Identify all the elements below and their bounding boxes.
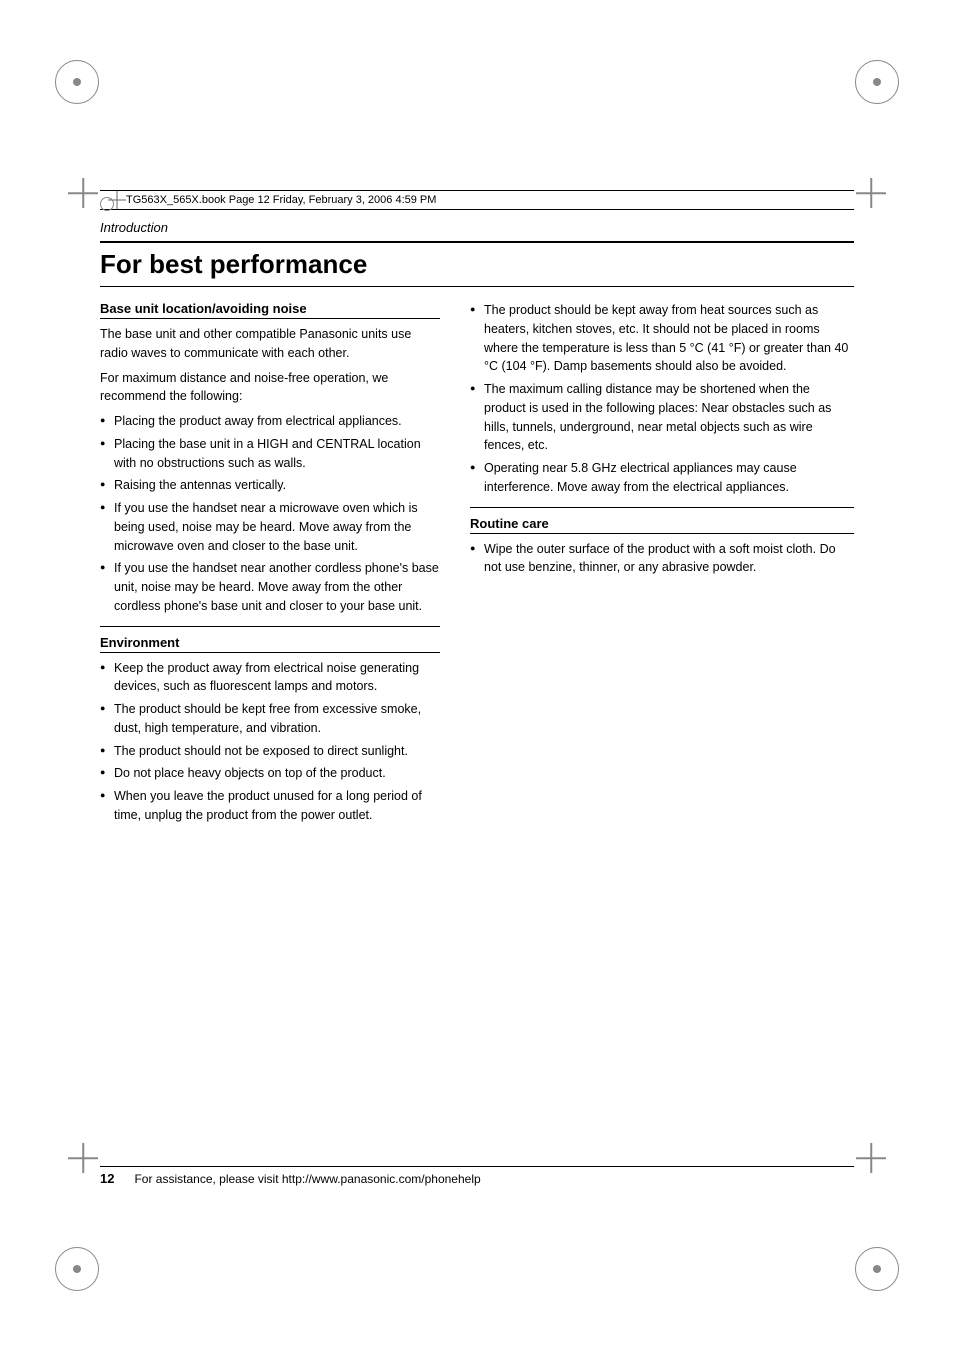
right-column: The product should be kept away from hea… (470, 301, 854, 833)
list-item: Raising the antennas vertically. (100, 476, 440, 495)
corner-mark-br (855, 1247, 899, 1291)
crosshair-bl (68, 1143, 98, 1173)
crosshair-tl (68, 178, 98, 208)
page-footer: 12 For assistance, please visit http://w… (100, 1166, 854, 1186)
two-column-layout: Base unit location/avoiding noise The ba… (100, 301, 854, 833)
crosshair-tr (856, 178, 886, 208)
base-unit-intro1: The base unit and other compatible Panas… (100, 325, 440, 363)
page: TG563X_565X.book Page 12 Friday, Februar… (0, 0, 954, 1351)
left-column: Base unit location/avoiding noise The ba… (100, 301, 440, 833)
list-item: Operating near 5.8 GHz electrical applia… (470, 459, 854, 497)
list-item: Placing the base unit in a HIGH and CENT… (100, 435, 440, 473)
list-item: The maximum calling distance may be shor… (470, 380, 854, 455)
corner-mark-tr (855, 60, 899, 104)
right-col-bullets1: The product should be kept away from hea… (470, 301, 854, 497)
list-item: The product should be kept away from hea… (470, 301, 854, 376)
environment-bullets: Keep the product away from electrical no… (100, 659, 440, 825)
subsection-environment-title: Environment (100, 635, 440, 653)
crosshair-br (856, 1143, 886, 1173)
file-info-bar: TG563X_565X.book Page 12 Friday, Februar… (100, 190, 854, 210)
corner-mark-tl (55, 60, 99, 104)
base-unit-bullets: Placing the product away from electrical… (100, 412, 440, 616)
list-item: Keep the product away from electrical no… (100, 659, 440, 697)
list-item: If you use the handset near another cord… (100, 559, 440, 615)
file-info-crosshair (108, 191, 126, 209)
base-unit-intro2: For maximum distance and noise-free oper… (100, 369, 440, 407)
page-title: For best performance (100, 241, 854, 287)
list-item: Wipe the outer surface of the product wi… (470, 540, 854, 578)
section-intro-label: Introduction (100, 220, 854, 235)
list-item: When you leave the product unused for a … (100, 787, 440, 825)
subsection-routine-care-title: Routine care (470, 516, 854, 534)
list-item: The product should not be exposed to dir… (100, 742, 440, 761)
footer-assistance-text: For assistance, please visit http://www.… (134, 1172, 480, 1186)
list-item: If you use the handset near a microwave … (100, 499, 440, 555)
section-divider-env (100, 626, 440, 627)
list-item: Do not place heavy objects on top of the… (100, 764, 440, 783)
corner-mark-bl (55, 1247, 99, 1291)
section-divider-routine (470, 507, 854, 508)
file-info-text: TG563X_565X.book Page 12 Friday, Februar… (126, 194, 436, 206)
subsection-base-unit-title: Base unit location/avoiding noise (100, 301, 440, 319)
footer-page-number: 12 (100, 1171, 114, 1186)
content-area: Introduction For best performance Base u… (100, 220, 854, 1151)
list-item: Placing the product away from electrical… (100, 412, 440, 431)
list-item: The product should be kept free from exc… (100, 700, 440, 738)
routine-care-bullets: Wipe the outer surface of the product wi… (470, 540, 854, 578)
